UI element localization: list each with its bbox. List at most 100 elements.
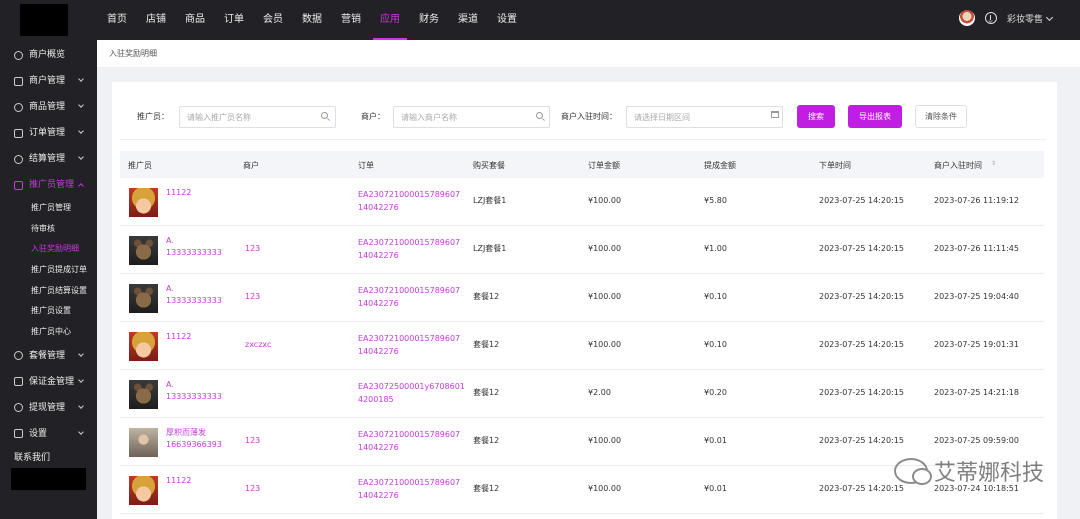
nav-item-5[interactable]: 数据 [295,0,329,40]
order-number-line2[interactable]: 4200185 [358,394,394,407]
clear-filters-button[interactable]: 清除条件 [915,105,967,128]
sidebar-item[interactable]: 保证金管理 [0,369,97,395]
nav-item-0[interactable]: 首页 [100,0,134,40]
user-icon [14,180,23,190]
promoter-name[interactable]: 11122 [166,331,191,344]
order-number-line2[interactable]: 14042276 [358,250,399,263]
join-time: 2023-07-26 11:19:12 [934,196,1019,205]
package-name: 套餐12 [473,340,500,349]
deposit-icon [14,377,23,387]
package-name: LZJ套餐1 [473,244,507,253]
merchant-link[interactable]: 123 [245,243,260,256]
sidebar-subitem[interactable]: 入驻奖励明细 [0,239,97,260]
promoter-phone[interactable]: 13333333333 [166,391,222,404]
order-number[interactable]: EA230721000015789607 [358,429,460,442]
promoter-name[interactable]: 厚积而薄发 [166,427,206,440]
nav-item-4[interactable]: 会员 [256,0,290,40]
column-header[interactable]: 商户入驻时间 [934,160,982,171]
logo[interactable] [20,4,68,36]
promoter-phone[interactable]: 13333333333 [166,295,222,308]
merchant-link[interactable]: zxczxc [245,339,271,352]
order-number-line2[interactable]: 14042276 [358,346,399,359]
nav-item-9[interactable]: 渠道 [451,0,485,40]
chevron-down-icon [78,376,84,383]
nav-item-3[interactable]: 订单 [217,0,251,40]
order-number[interactable]: EA230721000015789607 [358,189,460,202]
promoter-search-input[interactable] [179,106,336,128]
sidebar-subitem[interactable]: 推广员提成订单 [0,260,97,281]
sidebar-item-label: 商品管理 [29,102,66,112]
nav-item-1[interactable]: 店铺 [139,0,173,40]
promoter-name[interactable]: A. [166,379,174,392]
user-area: 彩妆零售 [958,10,1054,26]
nav-item-8[interactable]: 财务 [412,0,446,40]
promoter-name[interactable]: A. [166,283,174,296]
promoter-phone[interactable]: 13333333333 [166,247,222,260]
join-time: 2023-07-25 14:21:18 [934,388,1019,397]
order-number[interactable]: EA230721000015789607 [358,477,460,490]
user-avatar[interactable] [958,10,975,26]
order-number-line2[interactable]: 14042276 [358,442,399,455]
order-amount: ¥100.00 [588,244,622,253]
commission-amount: ¥5.80 [704,196,727,205]
promoter-name[interactable]: 11122 [166,475,191,488]
watermark: 艾蒂娜科技 [893,455,1044,487]
join-time-label: 商户入驻时间： [561,112,617,121]
sidebar-subitem[interactable]: 推广员设置 [0,301,97,322]
sidebar-item-label: 提现管理 [29,402,66,413]
column-header: 下单时间 [819,161,851,170]
sort-icon[interactable]: ⇕ [991,160,996,167]
sidebar-item-label: 套餐管理 [29,350,66,361]
order-number-line2[interactable]: 14042276 [358,298,399,311]
sidebar-item[interactable]: 结算管理 [0,146,97,172]
avatar [129,332,158,361]
join-time: 2023-07-25 19:01:31 [934,340,1019,349]
order-number[interactable]: EA230721000015789607 [358,333,460,346]
sidebar-item[interactable]: 推广员管理 [0,172,97,198]
nav-item-10[interactable]: 设置 [490,0,524,40]
nav-item-2[interactable]: 商品 [178,0,212,40]
sidebar-item[interactable]: 商品管理 [0,94,97,120]
merchant-link[interactable]: 123 [245,435,260,448]
sidebar-subitem[interactable]: 待审核 [0,219,97,240]
order-number-line2[interactable]: 14042276 [358,490,399,503]
order-number[interactable]: EA230721000015789607 [358,237,460,250]
sidebar-subitem[interactable]: 推广员结算设置 [0,281,97,302]
join-time-date-range[interactable] [626,106,783,128]
order-number-line2[interactable]: 14042276 [358,202,399,215]
order-amount: ¥100.00 [588,292,622,301]
sidebar-subitem[interactable]: 推广员中心 [0,322,97,343]
sidebar-subitem[interactable]: 推广员管理 [0,198,97,219]
search-button[interactable]: 搜索 [797,105,835,128]
nav-item-7[interactable]: 应用 [373,0,407,40]
merchant-search-input[interactable] [393,106,550,128]
order-number[interactable]: EA23072500001y6708601 [358,381,465,394]
column-header: 提成金额 [704,161,736,170]
sidebar-item[interactable]: 设置 [0,421,97,447]
sidebar-footer-block [11,468,86,490]
promoter-name[interactable]: 11122 [166,187,191,200]
order-number[interactable]: EA230721000015789607 [358,285,460,298]
promoter-phone[interactable]: 16639366393 [166,439,222,452]
nav-item-6[interactable]: 营销 [334,0,368,40]
promoter-name[interactable]: A. [166,235,174,248]
sidebar-item[interactable]: 商户管理 [0,68,97,94]
contact-us-link[interactable]: 联系我们 [0,447,97,469]
download-icon[interactable] [984,12,997,24]
column-header: 推广员 [128,161,152,170]
chevron-down-icon [78,428,84,435]
table-row: A. 13333333333 123 EA230721000015789607 1404… [120,226,1044,274]
sidebar-item-label: 结算管理 [29,154,66,164]
sidebar-item[interactable]: 提现管理 [0,395,97,421]
user-menu[interactable]: 彩妆零售 [1007,12,1054,25]
sidebar-item[interactable]: 订单管理 [0,120,97,146]
sidebar-item-label: 设置 [29,428,48,439]
merchant-link[interactable]: 123 [245,291,260,304]
breadcrumb-bar: 入驻奖励明细 [97,40,1080,68]
export-report-button[interactable]: 导出报表 [848,105,902,128]
sidebar-item[interactable]: 商户概览 [0,42,97,68]
column-header: 购买套餐 [473,161,505,170]
sidebar-item[interactable]: 套餐管理 [0,343,97,369]
merchant-link[interactable]: 123 [245,483,260,496]
wechat-icon [893,458,932,485]
